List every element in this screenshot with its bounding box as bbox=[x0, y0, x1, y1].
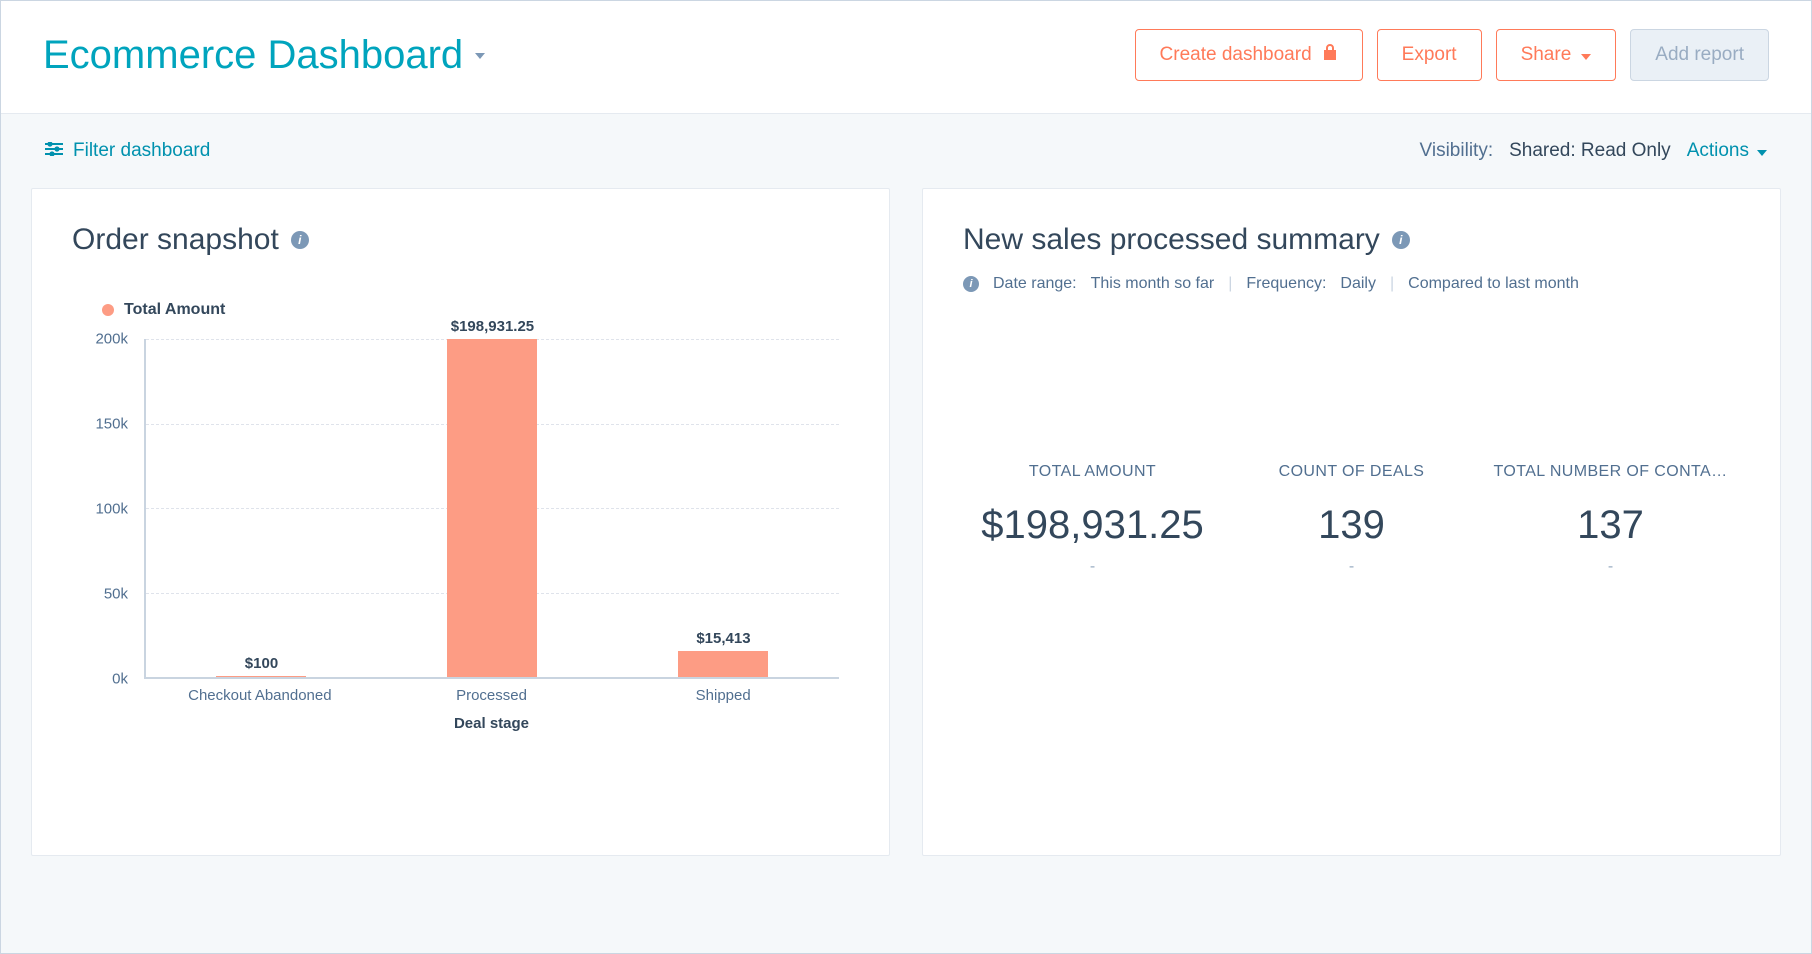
info-icon[interactable]: i bbox=[1392, 231, 1410, 249]
order-snapshot-title: Order snapshot bbox=[72, 223, 279, 257]
bar-value-label: $15,413 bbox=[696, 630, 750, 647]
header: Ecommerce Dashboard Create dashboard Exp… bbox=[1, 1, 1811, 114]
share-label: Share bbox=[1521, 44, 1572, 66]
bar-chart: 200k 150k 100k 50k 0k $100 bbox=[72, 339, 849, 709]
y-tick: 50k bbox=[104, 586, 128, 603]
date-range-value: This month so far bbox=[1091, 275, 1215, 293]
page-title: Ecommerce Dashboard bbox=[43, 33, 463, 78]
share-button[interactable]: Share bbox=[1496, 29, 1617, 81]
bar-value-label: $100 bbox=[245, 655, 278, 672]
caret-down-icon bbox=[475, 46, 485, 64]
caret-down-icon bbox=[1581, 44, 1591, 66]
date-range-label: Date range: bbox=[993, 275, 1077, 293]
stat-label: TOTAL NUMBER OF CONTA… bbox=[1489, 463, 1732, 481]
separator: | bbox=[1228, 275, 1232, 293]
x-axis-label: Deal stage bbox=[144, 715, 839, 732]
sales-summary-card: New sales processed summary i i Date ran… bbox=[922, 188, 1781, 856]
legend-dot-icon bbox=[102, 304, 114, 316]
stat-dash: - bbox=[1230, 558, 1473, 576]
summary-stats: TOTAL AMOUNT $198,931.25 - COUNT OF DEAL… bbox=[963, 463, 1740, 576]
x-axis-ticks: Checkout Abandoned Processed Shipped bbox=[144, 687, 839, 704]
filter-icon bbox=[45, 140, 63, 162]
x-tick: Shipped bbox=[607, 687, 839, 704]
order-snapshot-card: Order snapshot i Total Amount 200k 150k … bbox=[31, 188, 890, 856]
stat-value: $198,931.25 bbox=[971, 503, 1214, 548]
bar[interactable] bbox=[678, 651, 768, 677]
lock-icon bbox=[1322, 43, 1338, 67]
bar-group: $198,931.25 bbox=[377, 318, 608, 677]
info-icon[interactable]: i bbox=[291, 231, 309, 249]
caret-down-icon bbox=[1757, 140, 1767, 162]
add-report-button[interactable]: Add report bbox=[1630, 29, 1769, 81]
export-label: Export bbox=[1402, 44, 1457, 66]
actions-label: Actions bbox=[1687, 140, 1749, 162]
sales-summary-title: New sales processed summary bbox=[963, 223, 1380, 257]
bar-group: $100 bbox=[146, 655, 377, 677]
cards-container: Order snapshot i Total Amount 200k 150k … bbox=[1, 188, 1811, 886]
card-title: Order snapshot i bbox=[72, 223, 849, 257]
filter-label: Filter dashboard bbox=[73, 140, 210, 162]
card-title: New sales processed summary i bbox=[963, 223, 1740, 257]
stat-value: 139 bbox=[1230, 503, 1473, 548]
create-dashboard-label: Create dashboard bbox=[1160, 44, 1312, 66]
bar[interactable] bbox=[447, 339, 537, 677]
export-button[interactable]: Export bbox=[1377, 29, 1482, 81]
stat-total-amount: TOTAL AMOUNT $198,931.25 - bbox=[963, 463, 1222, 576]
stat-dash: - bbox=[971, 558, 1214, 576]
x-tick: Checkout Abandoned bbox=[144, 687, 376, 704]
info-icon[interactable]: i bbox=[963, 276, 979, 292]
y-tick: 200k bbox=[95, 331, 128, 348]
visibility-label: Visibility: bbox=[1420, 140, 1494, 162]
add-report-label: Add report bbox=[1655, 44, 1744, 66]
actions-dropdown[interactable]: Actions bbox=[1687, 140, 1767, 162]
stat-count-deals: COUNT OF DEALS 139 - bbox=[1222, 463, 1481, 576]
visibility-value: Shared: Read Only bbox=[1509, 140, 1671, 162]
summary-meta: i Date range: This month so far | Freque… bbox=[963, 275, 1740, 293]
chart-legend: Total Amount bbox=[102, 301, 849, 319]
y-tick: 150k bbox=[95, 416, 128, 433]
frequency-label: Frequency: bbox=[1246, 275, 1326, 293]
header-buttons: Create dashboard Export Share Add report bbox=[1135, 29, 1769, 81]
bar-value-label: $198,931.25 bbox=[451, 318, 534, 335]
legend-label: Total Amount bbox=[124, 301, 225, 319]
filter-dashboard-link[interactable]: Filter dashboard bbox=[45, 140, 210, 162]
create-dashboard-button[interactable]: Create dashboard bbox=[1135, 29, 1363, 81]
stat-label: COUNT OF DEALS bbox=[1230, 463, 1473, 481]
stat-label: TOTAL AMOUNT bbox=[971, 463, 1214, 481]
y-axis: 200k 150k 100k 50k 0k bbox=[72, 339, 132, 679]
plot-area: $100 $198,931.25 $15,413 bbox=[144, 339, 839, 679]
bar-group: $15,413 bbox=[608, 630, 839, 677]
y-tick: 0k bbox=[112, 671, 128, 688]
frequency-value: Daily bbox=[1340, 275, 1376, 293]
separator: | bbox=[1390, 275, 1394, 293]
bar[interactable] bbox=[216, 676, 306, 677]
dashboard-page: Ecommerce Dashboard Create dashboard Exp… bbox=[0, 0, 1812, 954]
toolbar-right: Visibility: Shared: Read Only Actions bbox=[1420, 140, 1767, 162]
y-tick: 100k bbox=[95, 501, 128, 518]
title-dropdown[interactable]: Ecommerce Dashboard bbox=[43, 33, 485, 78]
stat-dash: - bbox=[1489, 558, 1732, 576]
stat-value: 137 bbox=[1489, 503, 1732, 548]
x-tick: Processed bbox=[376, 687, 608, 704]
stat-total-contacts: TOTAL NUMBER OF CONTA… 137 - bbox=[1481, 463, 1740, 576]
compare-label: Compared to last month bbox=[1408, 275, 1579, 293]
toolbar: Filter dashboard Visibility: Shared: Rea… bbox=[1, 114, 1811, 188]
